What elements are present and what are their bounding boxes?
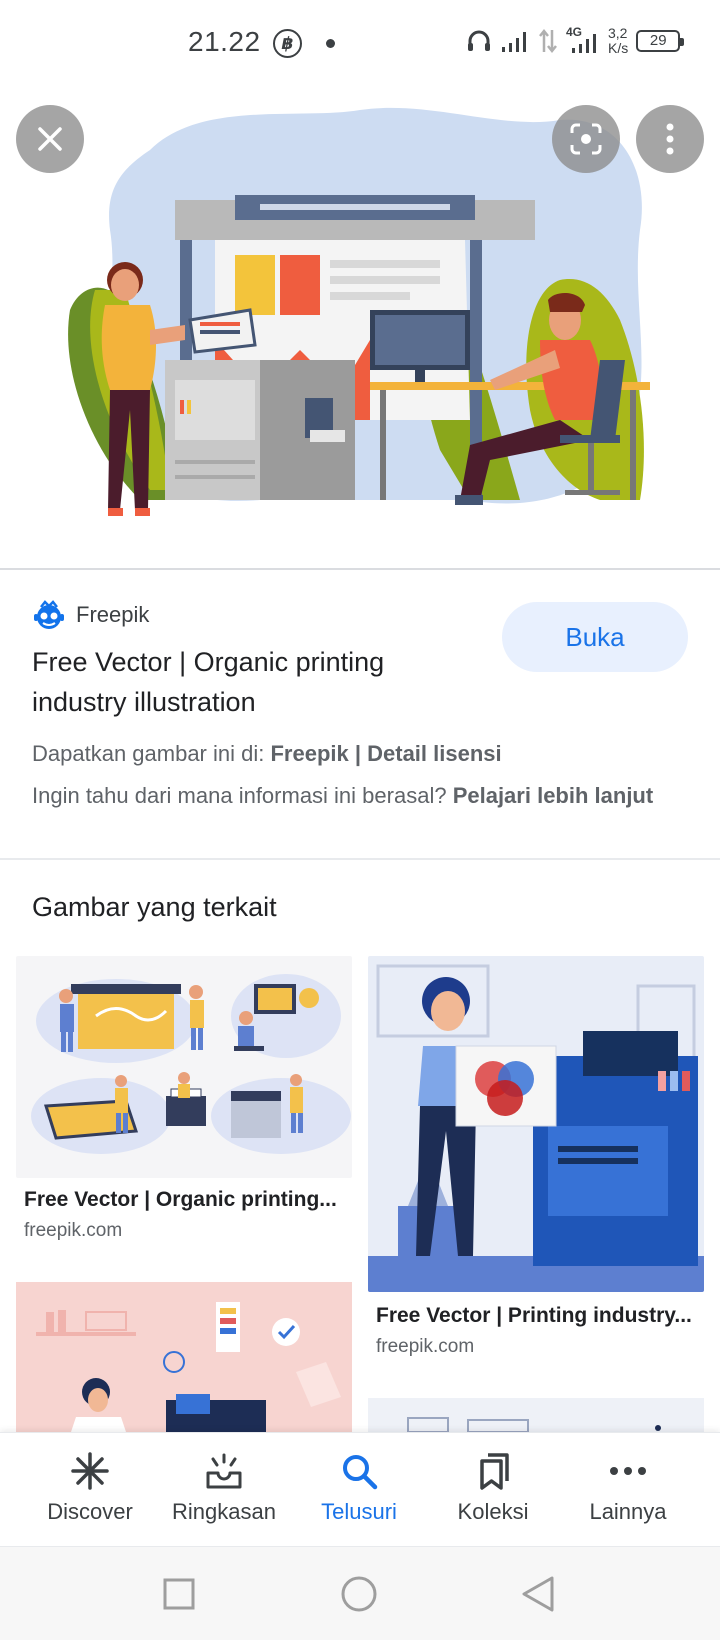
bottom-navigation: Discover Ringkasan Telusuri Koleksi Lain… [0, 1432, 720, 1546]
signal-4g: 4G [566, 25, 600, 55]
close-button[interactable] [16, 105, 84, 173]
hero-image[interactable] [0, 90, 720, 568]
battery-icon: 29 [636, 30, 685, 52]
headphones-icon [468, 30, 490, 51]
related-thumbnail [36, 1302, 341, 1432]
source-row[interactable]: Freepik [32, 598, 149, 632]
coin-icon: ฿ [273, 29, 302, 58]
close-icon [38, 127, 62, 151]
related-domain: freepik.com [24, 1220, 123, 1241]
related-thumbnail [368, 956, 704, 1292]
status-time: 21.22 [188, 26, 261, 57]
summary-icon [206, 1453, 242, 1489]
lens-icon [570, 123, 602, 155]
lens-button[interactable] [552, 105, 620, 173]
status-icons: 4G 3,2 K/s 29 [466, 25, 685, 56]
more-options-button[interactable] [636, 105, 704, 173]
system-navigation-bar [0, 1546, 720, 1640]
home-button-icon[interactable] [340, 1575, 378, 1613]
nav-koleksi[interactable]: Koleksi [423, 1433, 563, 1547]
data-transfer-icon [539, 28, 557, 54]
related-item[interactable] [16, 1282, 352, 1432]
printing-illustration [68, 107, 650, 516]
related-item[interactable] [368, 1398, 704, 1432]
divider [0, 858, 720, 860]
freepik-logo-icon [34, 600, 64, 629]
related-title: Free Vector | Printing industry... [376, 1304, 692, 1327]
license-detail-link[interactable]: Detail lisensi [367, 741, 502, 766]
signal-icon [502, 32, 526, 52]
source-name: Freepik [76, 602, 150, 627]
back-button-icon[interactable] [520, 1575, 556, 1613]
image-title[interactable]: Free Vector | Organic printing industry … [32, 642, 462, 722]
open-button[interactable]: Buka [502, 602, 688, 672]
related-heading: Gambar yang terkait [32, 892, 277, 922]
bookmarks-icon [480, 1453, 509, 1490]
network-speed: 3,2 K/s [608, 25, 629, 56]
asterisk-icon [71, 1452, 109, 1490]
license-source-link[interactable]: Freepik [270, 741, 348, 766]
notification-dot-icon [326, 39, 335, 48]
more-horiz-icon [610, 1467, 646, 1475]
nav-ringkasan[interactable]: Ringkasan [154, 1433, 294, 1547]
nav-lainnya[interactable]: Lainnya [558, 1433, 698, 1547]
status-bar: 21.22 ฿ 4G 3,2 K/s 29 [0, 0, 720, 90]
search-icon [343, 1455, 378, 1490]
learn-more-link[interactable]: Pelajari lebih lanjut [453, 783, 654, 808]
learn-more-text: Ingin tahu dari mana informasi ini beras… [32, 783, 654, 808]
image-info-panel: Freepik Buka Free Vector | Organic print… [0, 570, 720, 860]
related-item[interactable]: Free Vector | Organic printing... freepi… [16, 956, 352, 1246]
related-domain: freepik.com [376, 1336, 475, 1356]
related-item[interactable]: Free Vector | Printing industry... freep… [368, 956, 704, 1356]
more-vert-icon [666, 123, 674, 155]
related-title: Free Vector | Organic printing... [24, 1188, 337, 1211]
nav-telusuri[interactable]: Telusuri [289, 1433, 429, 1547]
nav-discover[interactable]: Discover [20, 1433, 160, 1547]
license-info: Dapatkan gambar ini di: Freepik | Detail… [32, 741, 502, 766]
recents-button-icon[interactable] [162, 1577, 196, 1611]
related-thumbnail [16, 956, 352, 1178]
related-thumbnail [407, 1417, 661, 1432]
